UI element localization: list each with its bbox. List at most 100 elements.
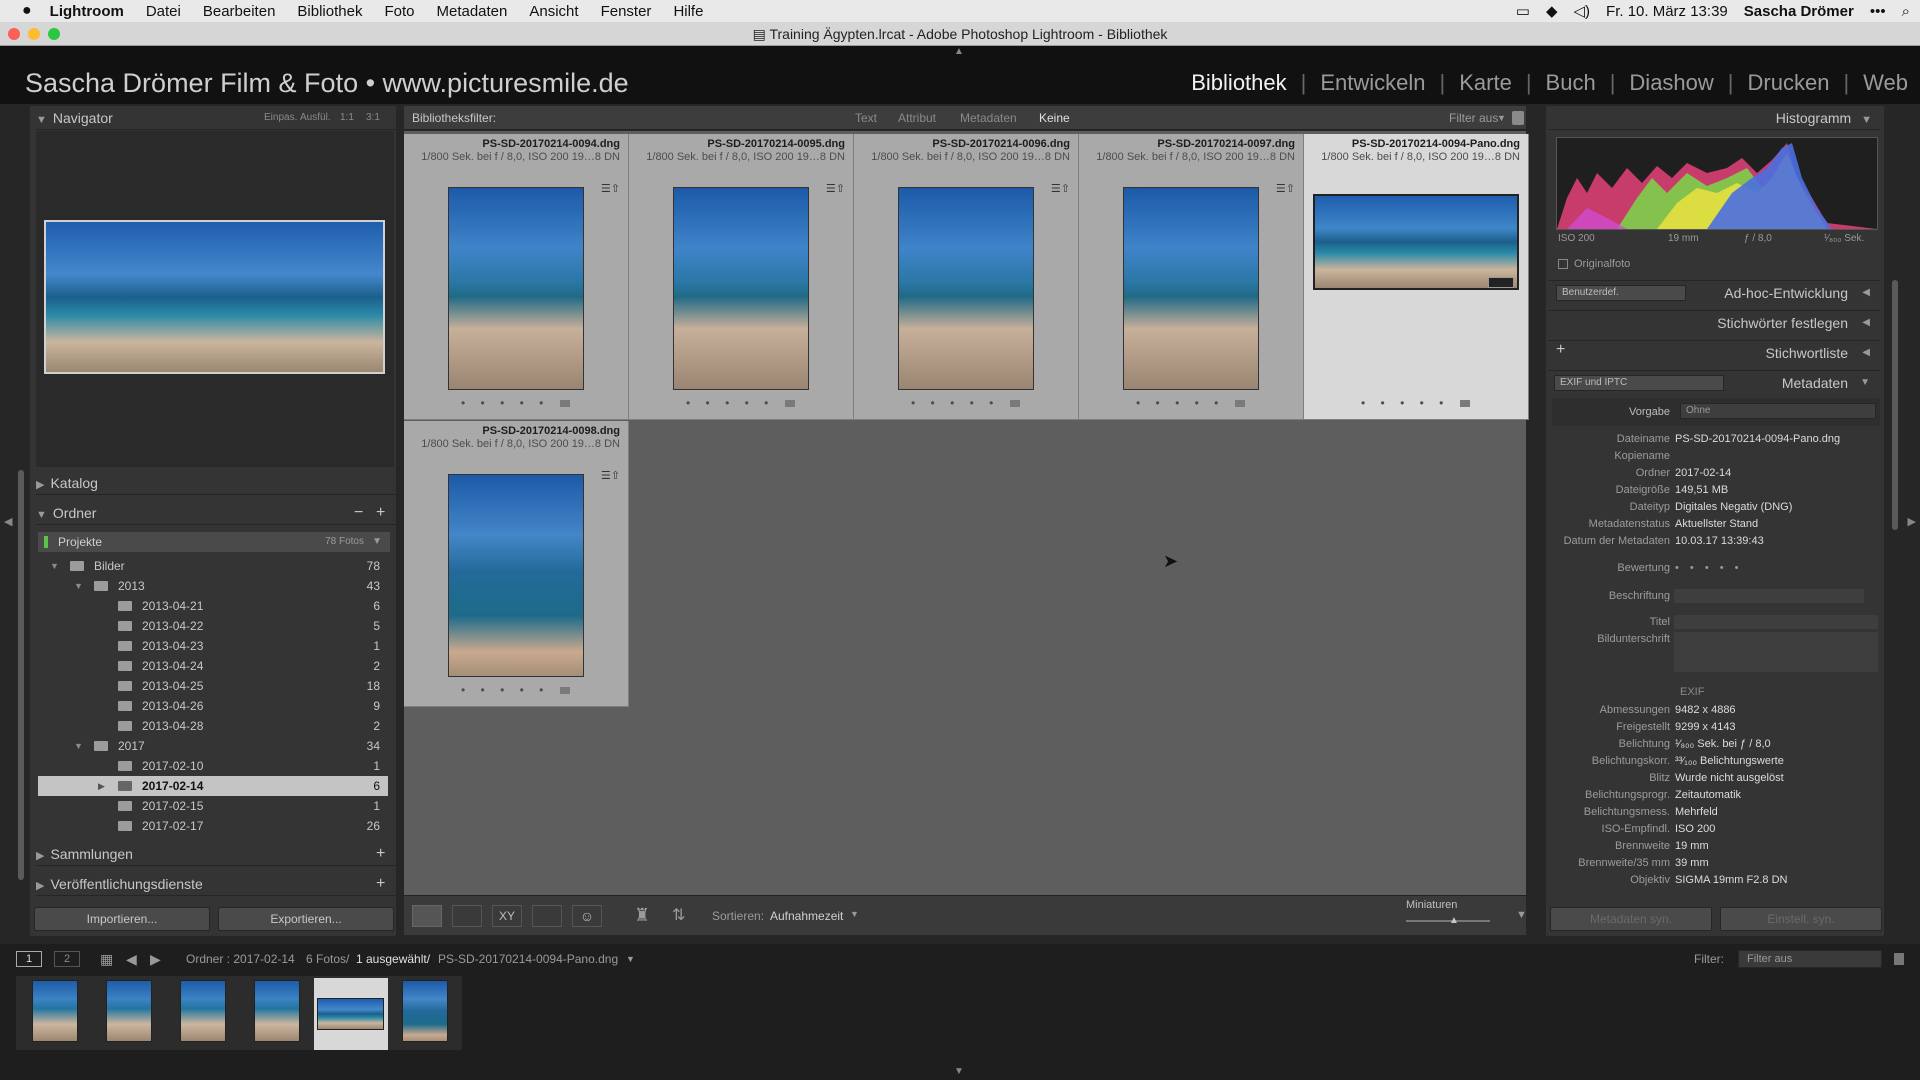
- module-web[interactable]: Web: [1849, 70, 1908, 96]
- volume-icon[interactable]: ◁): [1574, 2, 1591, 20]
- expand-triangle-icon[interactable]: ▶: [36, 479, 44, 491]
- title-row[interactable]: Titel: [1554, 614, 1884, 631]
- main-window-button[interactable]: 1: [16, 951, 42, 967]
- user-name[interactable]: Sascha Drömer: [1744, 3, 1854, 20]
- collapse-right-icon[interactable]: ▶: [1908, 515, 1916, 528]
- caption-row[interactable]: Bildunterschrift: [1554, 631, 1884, 672]
- lock-icon[interactable]: [1512, 111, 1524, 125]
- collapse-triangle-icon[interactable]: ◀: [1862, 317, 1870, 328]
- spotlight-icon[interactable]: ⌕: [1902, 3, 1910, 20]
- grid-cell[interactable]: PS-SD-20170214-0097.dng 1/800 Sek. bei f…: [1079, 134, 1304, 420]
- original-photo-checkbox[interactable]: [1558, 259, 1568, 270]
- folder-row[interactable]: ▼ 2013 43: [38, 576, 388, 596]
- folder-row[interactable]: 2013-04-24 2: [38, 656, 388, 676]
- collapse-triangle-icon[interactable]: ◀: [1862, 287, 1870, 298]
- folder-row[interactable]: 2013-04-22 5: [38, 616, 388, 636]
- grid-thumbnail[interactable]: [673, 187, 809, 390]
- filter-metadaten[interactable]: Metadaten: [960, 106, 1017, 130]
- sort-chevron-icon[interactable]: ▼: [850, 909, 859, 919]
- filter-keine[interactable]: Keine: [1039, 106, 1070, 130]
- filter-attribut[interactable]: Attribut: [898, 106, 936, 130]
- filmstrip-thumbnail[interactable]: [32, 980, 78, 1042]
- ordner-header[interactable]: ▼ Ordner − +: [36, 501, 396, 525]
- rating-stars[interactable]: • • • • •: [911, 396, 999, 410]
- vorgabe-select[interactable]: Ohne: [1680, 403, 1876, 419]
- bewertung-stars[interactable]: • • • • •: [1675, 560, 1742, 577]
- source-path[interactable]: Ordner : 2017-02-14: [186, 944, 295, 974]
- filmstrip-thumbnail[interactable]: [106, 980, 152, 1042]
- collapse-left-icon[interactable]: ◀: [4, 515, 12, 528]
- metadata-badge-icon[interactable]: ☰⇧: [601, 182, 620, 195]
- meta-row[interactable]: Metadatenstatus Aktuellster Stand: [1554, 516, 1884, 533]
- beschriftung-field[interactable]: [1674, 589, 1864, 603]
- add-folder-icon[interactable]: +: [376, 501, 385, 525]
- sort-direction-icon[interactable]: ⇅: [672, 905, 685, 925]
- collapse-bottom-icon[interactable]: ▼: [954, 1066, 964, 1077]
- collapse-triangle-icon[interactable]: ▼: [36, 509, 47, 521]
- sync-metadata-button[interactable]: Metadaten syn.: [1550, 907, 1712, 931]
- back-arrow-icon[interactable]: ◀: [126, 944, 137, 974]
- zoom-window-icon[interactable]: [48, 28, 60, 40]
- menu-hilfe[interactable]: Hilfe: [673, 3, 703, 20]
- thumbnail-size-slider[interactable]: [1406, 920, 1490, 922]
- forward-arrow-icon[interactable]: ▶: [150, 944, 161, 974]
- module-drucken[interactable]: Drucken: [1734, 70, 1844, 96]
- color-label-icon[interactable]: [560, 687, 570, 694]
- exif-row[interactable]: Belichtungsmess. Mehrfeld: [1554, 804, 1884, 821]
- caption-field[interactable]: [1674, 632, 1878, 672]
- collapse-triangle-icon[interactable]: ▼: [1861, 114, 1872, 126]
- sync-settings-button[interactable]: Einstell. syn.: [1720, 907, 1882, 931]
- grid-cell[interactable]: PS-SD-20170214-0095.dng 1/800 Sek. bei f…: [629, 134, 854, 420]
- close-window-icon[interactable]: [8, 28, 20, 40]
- rating-stars[interactable]: • • • • •: [686, 396, 774, 410]
- menu-bearbeiten[interactable]: Bearbeiten: [203, 3, 276, 20]
- meta-row[interactable]: Ordner 2017-02-14: [1554, 465, 1884, 482]
- edited-badge-icon[interactable]: [1488, 277, 1514, 288]
- zoom-fit[interactable]: Einpas.: [264, 106, 297, 130]
- loupe-view-icon[interactable]: [452, 905, 482, 927]
- collapse-triangle-icon[interactable]: ◀: [1862, 347, 1870, 358]
- folder-row[interactable]: 2013-04-25 18: [38, 676, 388, 696]
- exif-row[interactable]: Abmessungen 9482 x 4886: [1554, 702, 1884, 719]
- file-menu-chevron-icon[interactable]: ▼: [626, 944, 635, 974]
- menu-bibliothek[interactable]: Bibliothek: [297, 3, 362, 20]
- filmstrip-thumbnail-panorama[interactable]: [317, 998, 384, 1030]
- apple-icon[interactable]: ●: [22, 2, 32, 20]
- more-icon[interactable]: •••: [1870, 3, 1886, 20]
- label-row[interactable]: Beschriftung: [1554, 588, 1884, 605]
- original-photo-row[interactable]: Originalfoto: [1558, 258, 1630, 270]
- second-window-button[interactable]: 2: [54, 951, 80, 967]
- survey-view-icon[interactable]: [532, 905, 562, 927]
- add-collection-icon[interactable]: +: [376, 842, 385, 866]
- quickdev-preset-select[interactable]: Benutzerdef.: [1556, 285, 1686, 301]
- histogram[interactable]: [1556, 137, 1878, 230]
- keyword-list-header[interactable]: + Stichwortliste ◀: [1548, 340, 1880, 364]
- navigator-header[interactable]: ▼ Navigator Einpas. Ausfül. 1:1 3:1: [36, 106, 396, 130]
- rating-stars[interactable]: • • • • •: [461, 683, 549, 697]
- folder-row[interactable]: 2017-02-10 1: [38, 756, 388, 776]
- grid-thumbnail-panorama[interactable]: [1313, 194, 1519, 290]
- filmstrip-selected-cell[interactable]: [314, 978, 388, 1050]
- titel-field[interactable]: [1674, 615, 1878, 629]
- slider-thumb[interactable]: ▲: [1449, 915, 1459, 926]
- menu-datei[interactable]: Datei: [146, 3, 181, 20]
- filter-text[interactable]: Text: [855, 106, 877, 130]
- filmstrip-thumbnail[interactable]: [180, 980, 226, 1042]
- collapse-triangle-icon[interactable]: ▼: [36, 114, 47, 126]
- grid-cell[interactable]: PS-SD-20170214-0094.dng 1/800 Sek. bei f…: [404, 134, 629, 420]
- zoom-fill[interactable]: Ausfül.: [300, 106, 331, 130]
- expand-triangle-icon[interactable]: ▶: [36, 880, 44, 892]
- exif-row[interactable]: Brennweite/35 mm 39 mm: [1554, 855, 1884, 872]
- meta-row[interactable]: Dateityp Digitales Negativ (DNG): [1554, 499, 1884, 516]
- exif-row[interactable]: Belichtungskorr. ³³⁄₁₀₀ Belichtungswerte: [1554, 753, 1884, 770]
- module-buch[interactable]: Buch: [1532, 70, 1610, 96]
- filter-preset-arrow-icon[interactable]: ▼: [1497, 106, 1506, 130]
- metadata-badge-icon[interactable]: ☰⇧: [1051, 182, 1070, 195]
- folder-row[interactable]: 2013-04-28 2: [38, 716, 388, 736]
- collapse-top-icon[interactable]: ▲: [954, 46, 964, 57]
- color-label-icon[interactable]: [785, 400, 795, 407]
- exif-row[interactable]: Objektiv SIGMA 19mm F2.8 DN: [1554, 872, 1884, 889]
- navigator-preview-image[interactable]: [44, 220, 385, 374]
- remove-folder-icon[interactable]: −: [354, 501, 363, 525]
- meta-row[interactable]: Datum der Metadaten 10.03.17 13:39:43: [1554, 533, 1884, 550]
